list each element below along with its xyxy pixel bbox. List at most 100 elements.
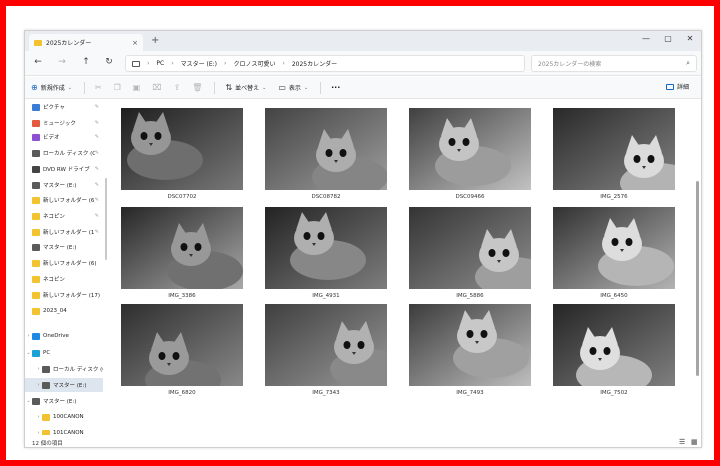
sidebar-item[interactable]: マスター (E:) ✎ <box>25 178 103 192</box>
content-scrollbar[interactable] <box>696 181 699 376</box>
photo-thumbnail[interactable] <box>553 304 675 386</box>
details-view-icon[interactable]: ☰ <box>679 438 685 446</box>
photo-thumbnail[interactable] <box>265 207 387 289</box>
share-button[interactable]: ⇪ <box>174 83 181 92</box>
sidebar-item[interactable]: 新しいフォルダー (6) ✎ <box>25 193 103 207</box>
sort-button[interactable]: ⇅ 並べ替え ⌄ <box>225 83 266 92</box>
sidebar-item[interactable]: 2023_04 <box>25 304 103 318</box>
photo-thumbnail[interactable] <box>553 108 675 190</box>
file-name-label[interactable]: IMG_6450 <box>544 293 684 299</box>
sidebar-item[interactable]: › マスター (E:) <box>25 378 103 392</box>
file-name-label[interactable]: IMG_7343 <box>256 390 396 396</box>
file-name-label[interactable]: DSC09466 <box>400 194 540 200</box>
new-button[interactable]: ⊕ 新規作成 ⌄ <box>31 83 72 92</box>
more-options-button[interactable]: ··· <box>331 83 340 92</box>
view-button-label: 表示 <box>288 85 301 92</box>
sidebar-item[interactable]: ピクチャ ✎ <box>25 100 103 114</box>
view-button[interactable]: ▭ 表示 ⌄ <box>278 83 308 92</box>
sidebar-item[interactable]: ネコピン <box>25 272 103 286</box>
chevron-right-icon[interactable]: › <box>35 366 42 372</box>
breadcrumb-pc[interactable]: PC <box>156 60 164 67</box>
sidebar-item[interactable]: ビデオ ✎ <box>25 130 103 144</box>
new-tab-button[interactable]: + <box>151 35 159 47</box>
thumbnail-view-icon[interactable]: ▦ <box>691 438 698 446</box>
sidebar-item[interactable]: 新しいフォルダー (17) ✎ <box>25 225 103 239</box>
pin-icon: ✎ <box>94 104 99 110</box>
sidebar-item[interactable]: ⌄ マスター (E:) <box>25 394 103 408</box>
search-input[interactable]: 2025カレンダーの検索 <box>538 59 686 68</box>
search-icon: ⌕ <box>686 59 690 67</box>
photo-thumbnail[interactable] <box>121 207 243 289</box>
sidebar-item[interactable]: 新しいフォルダー (6) <box>25 256 103 270</box>
tab-close-icon[interactable]: × <box>132 39 138 47</box>
cut-button[interactable]: ✂ <box>95 83 102 92</box>
pin-icon: ✎ <box>94 182 99 188</box>
photo-thumbnail[interactable] <box>121 108 243 190</box>
minimize-button[interactable]: — <box>639 34 653 43</box>
file-name-label[interactable]: DSC07702 <box>112 194 252 200</box>
search-box[interactable]: 2025カレンダーの検索 ⌕ <box>531 55 697 72</box>
sidebar-item[interactable]: マスター (E:) <box>25 240 103 254</box>
chevron-right-icon[interactable]: › <box>35 382 42 388</box>
details-pane-button[interactable]: 詳細 <box>665 82 689 91</box>
photo-thumbnail[interactable] <box>409 108 531 190</box>
sidebar-item-label: ピクチャ <box>43 105 65 111</box>
refresh-button[interactable]: ↻ <box>102 57 116 67</box>
breadcrumb-kronos[interactable]: クロノス可愛い <box>233 59 275 68</box>
maximize-button[interactable]: ▢ <box>661 34 675 43</box>
photo-thumbnail[interactable] <box>553 207 675 289</box>
paste-button[interactable]: ▣ <box>133 83 141 92</box>
delete-button[interactable]: 🗑 <box>192 83 202 92</box>
sidebar-item[interactable]: ネコピン ✎ <box>25 209 103 223</box>
sidebar-item[interactable]: › 101CANON <box>25 426 103 435</box>
forward-button[interactable]: → <box>55 57 69 67</box>
copy-button[interactable]: ❐ <box>114 83 121 92</box>
chevron-right-icon[interactable]: › <box>35 430 42 435</box>
pin-icon: ✎ <box>94 213 99 219</box>
photo-thumbnail[interactable] <box>265 108 387 190</box>
pin-icon: ✎ <box>94 120 99 126</box>
breadcrumb-separator: › <box>171 60 174 67</box>
rename-button[interactable]: ⌧ <box>152 83 161 92</box>
cat-photo-image <box>553 108 675 190</box>
tab-2025-calendar[interactable]: 2025カレンダー × <box>29 34 143 51</box>
address-bar[interactable]: › PC › マスター (E:) › クロノス可愛い › 2025カレンダー <box>125 55 525 72</box>
breadcrumb-separator: › <box>282 60 285 67</box>
sidebar-item[interactable]: ⌄ PC <box>25 346 103 360</box>
file-name-label[interactable]: IMG_2576 <box>544 194 684 200</box>
cat-photo-image <box>553 207 675 289</box>
file-name-label[interactable]: IMG_3386 <box>112 293 252 299</box>
file-name-label[interactable]: IMG_7502 <box>544 390 684 396</box>
up-button[interactable]: ↑ <box>79 57 93 67</box>
chevron-down-icon: ⌄ <box>303 84 309 91</box>
pin-icon: ✎ <box>94 229 99 235</box>
breadcrumb-master-drive[interactable]: マスター (E:) <box>181 59 217 68</box>
file-name-label[interactable]: IMG_4931 <box>256 293 396 299</box>
sidebar-item[interactable]: ローカル ディスク (C ✎ <box>25 146 103 160</box>
file-name-label[interactable]: DSC08782 <box>256 194 396 200</box>
file-name-label[interactable]: IMG_6820 <box>112 390 252 396</box>
chevron-right-icon[interactable]: › <box>35 414 42 420</box>
file-name-label[interactable]: IMG_7493 <box>400 390 540 396</box>
photo-thumbnail[interactable] <box>121 304 243 386</box>
sidebar-item[interactable]: DVD RW ドライブ ✎ <box>25 162 103 176</box>
sidebar-item[interactable]: › 100CANON <box>25 410 103 424</box>
sidebar-item[interactable]: 新しいフォルダー (17) <box>25 288 103 302</box>
sidebar-scrollbar[interactable] <box>105 178 107 260</box>
chevron-right-icon[interactable]: › <box>25 333 32 339</box>
close-button[interactable]: ✕ <box>683 34 697 43</box>
sidebar-item-label: 新しいフォルダー (17) <box>43 230 95 236</box>
photo-thumbnail[interactable] <box>409 207 531 289</box>
sidebar-item[interactable]: ミュージック ✎ <box>25 116 103 130</box>
chevron-right-icon[interactable]: ⌄ <box>25 350 32 356</box>
chevron-right-icon[interactable]: ⌄ <box>25 398 32 404</box>
back-button[interactable]: ← <box>31 57 45 67</box>
sidebar-item[interactable]: › ローカル ディスク (C <box>25 362 103 376</box>
photo-thumbnail[interactable] <box>265 304 387 386</box>
photo-thumbnail[interactable] <box>409 304 531 386</box>
title-bar: 2025カレンダー × + — ▢ ✕ <box>25 31 701 51</box>
breadcrumb-2025-calendar[interactable]: 2025カレンダー <box>292 59 337 68</box>
file-name-label[interactable]: IMG_5886 <box>400 293 540 299</box>
sidebar-item[interactable]: › OneDrive <box>25 329 103 343</box>
pictures-icon <box>32 103 40 111</box>
